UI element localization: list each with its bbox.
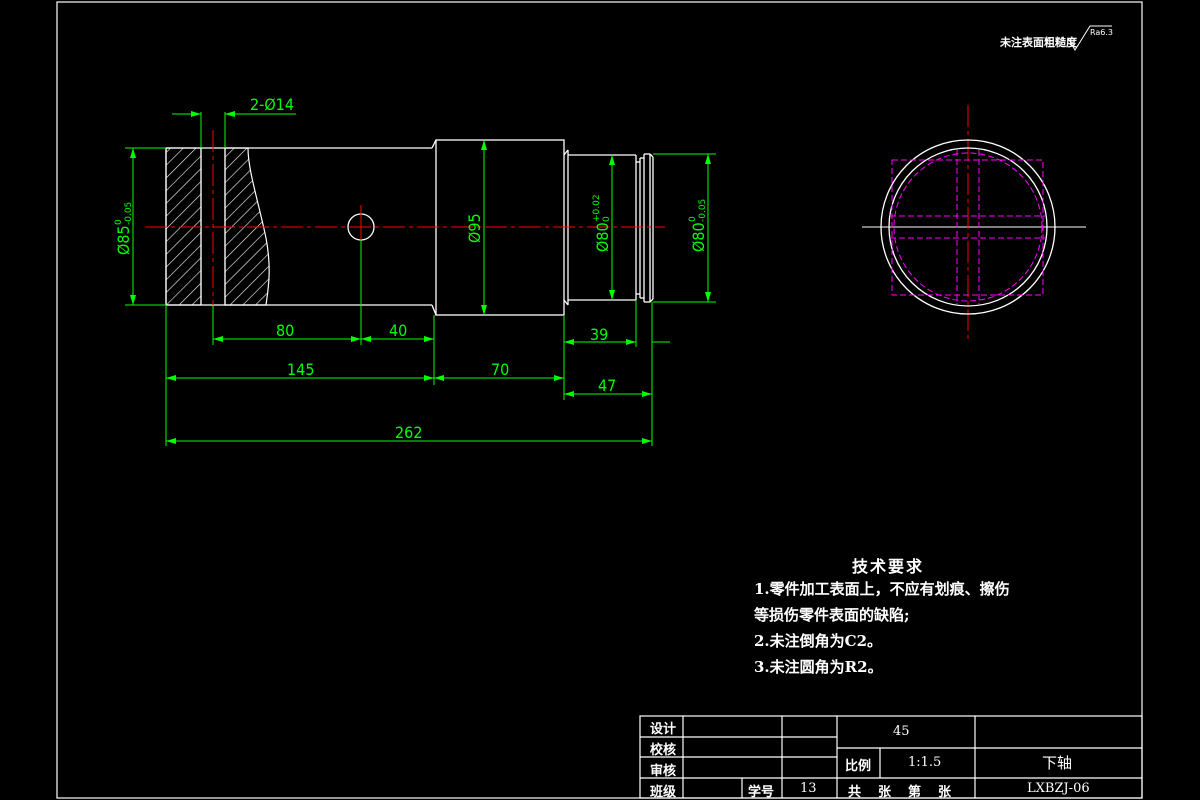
roughness-label: 未注表面粗糙度	[999, 35, 1078, 49]
dim-d-left-tol-upper: 0	[114, 219, 124, 225]
tech-req-title: 技术要求	[852, 557, 925, 576]
roughness-value: Ra6.3	[1090, 28, 1113, 37]
tech-req-line-4: 3.未注圆角为R2。	[754, 658, 883, 676]
tb-student-no-label: 学号	[748, 785, 775, 800]
dim-d-right1-tol-lower: 0	[602, 216, 612, 222]
cad-drawing: 未注表面粗糙度 Ra6.3 2-Ø14 80 40 145 70 39 47 2…	[56, 1, 1143, 799]
tech-req-line-1: 1.零件加工表面上，不应有划痕、擦伤	[754, 580, 1010, 598]
dim-d-left: Ø85	[114, 225, 133, 255]
dim-len-262: 262	[395, 423, 422, 442]
tb-check-label: 校核	[650, 743, 677, 758]
tb-student-no: 13	[800, 781, 817, 796]
drawing-canvas: 未注表面粗糙度 Ra6.3 2-Ø14 80 40 145 70 39 47 2…	[0, 0, 1200, 800]
dim-d-right2-tol-lower: -0.05	[698, 199, 708, 222]
tb-scale: 1:1.5	[908, 755, 942, 770]
dim-len-70: 70	[491, 360, 509, 379]
dim-len-40: 40	[389, 321, 407, 340]
tech-req-line-3: 2.未注倒角为C2。	[754, 632, 883, 650]
dimensions	[125, 111, 716, 446]
dim-len-47: 47	[598, 376, 616, 395]
dim-len-39: 39	[590, 325, 608, 344]
tb-drawing-no: LXBZJ-06	[1027, 781, 1090, 796]
dim-len-80: 80	[276, 321, 294, 340]
tb-scale-label: 比例	[845, 759, 872, 774]
tech-req-line-2: 等损伤零件表面的缺陷;	[754, 606, 910, 624]
drawing-border	[56, 1, 1143, 799]
tb-part-name: 下轴	[1042, 754, 1073, 772]
dim-d-left-tol: -0.05	[124, 202, 134, 225]
dim-d-right2: Ø80	[689, 222, 708, 252]
tb-review-label: 审核	[650, 764, 677, 779]
tb-sheets: 共 张 第 张	[848, 785, 954, 800]
dim-holes: 2-Ø14	[250, 95, 294, 114]
tb-material: 45	[893, 724, 910, 739]
tb-class-label: 班级	[650, 785, 677, 800]
dim-len-145: 145	[287, 360, 314, 379]
dim-d-right1-tol-upper: +0.02	[592, 194, 602, 222]
dim-d-mid: Ø95	[465, 213, 484, 243]
dim-d-right1: Ø80	[593, 222, 612, 252]
dim-d-right2-tol-upper: 0	[688, 216, 698, 222]
tb-design-label: 设计	[650, 722, 677, 737]
